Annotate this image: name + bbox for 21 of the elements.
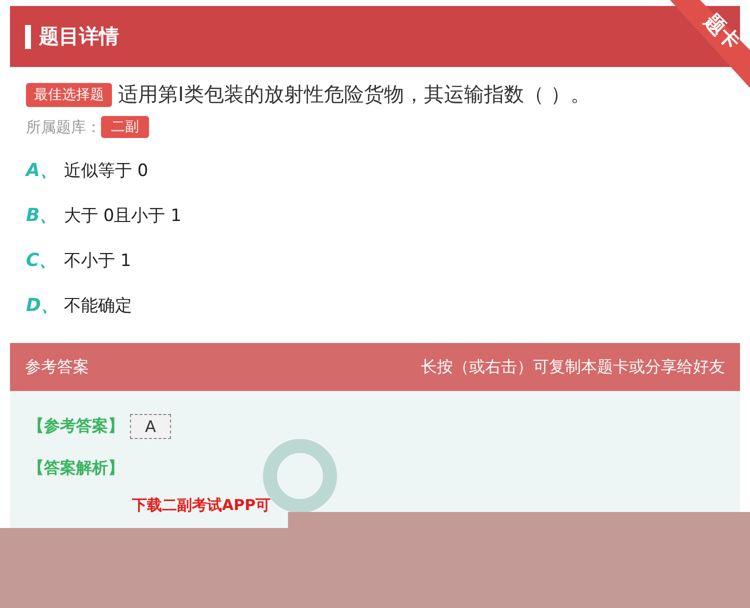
option-text[interactable]: 不能确定	[64, 294, 132, 316]
answer-bar-title: 参考答案	[25, 356, 89, 378]
option-letter: B、	[26, 204, 50, 227]
option-letter: D、	[26, 294, 50, 317]
download-text[interactable]: 下载二副考试APP可	[132, 496, 271, 515]
bank-label: 所属题库：	[26, 118, 101, 136]
analysis-label: 【答案解析】	[28, 458, 124, 478]
question-text: 适用第I类包装的放射性危险货物，其运输指数（ ）。	[118, 81, 590, 108]
option-text[interactable]: 不小于 1	[64, 248, 132, 272]
option-letter: A、	[26, 159, 50, 182]
title-marker	[25, 24, 31, 48]
option-letter: C、	[26, 249, 50, 272]
bank-tag[interactable]: 二副	[101, 116, 149, 138]
ribbon-label: 题卡	[698, 8, 746, 56]
option-text[interactable]: 大于 0且小于 1	[64, 204, 182, 226]
page-title: 题目详情	[39, 23, 119, 50]
answer-label: 【参考答案】	[28, 416, 124, 436]
question-type-tag: 最佳选择题	[26, 82, 112, 106]
option-text[interactable]: 近似等于 0	[64, 158, 148, 182]
copy-hint: 长按（或右击）可复制本题卡或分享给好友	[421, 356, 725, 378]
answer-value: A	[130, 414, 171, 438]
